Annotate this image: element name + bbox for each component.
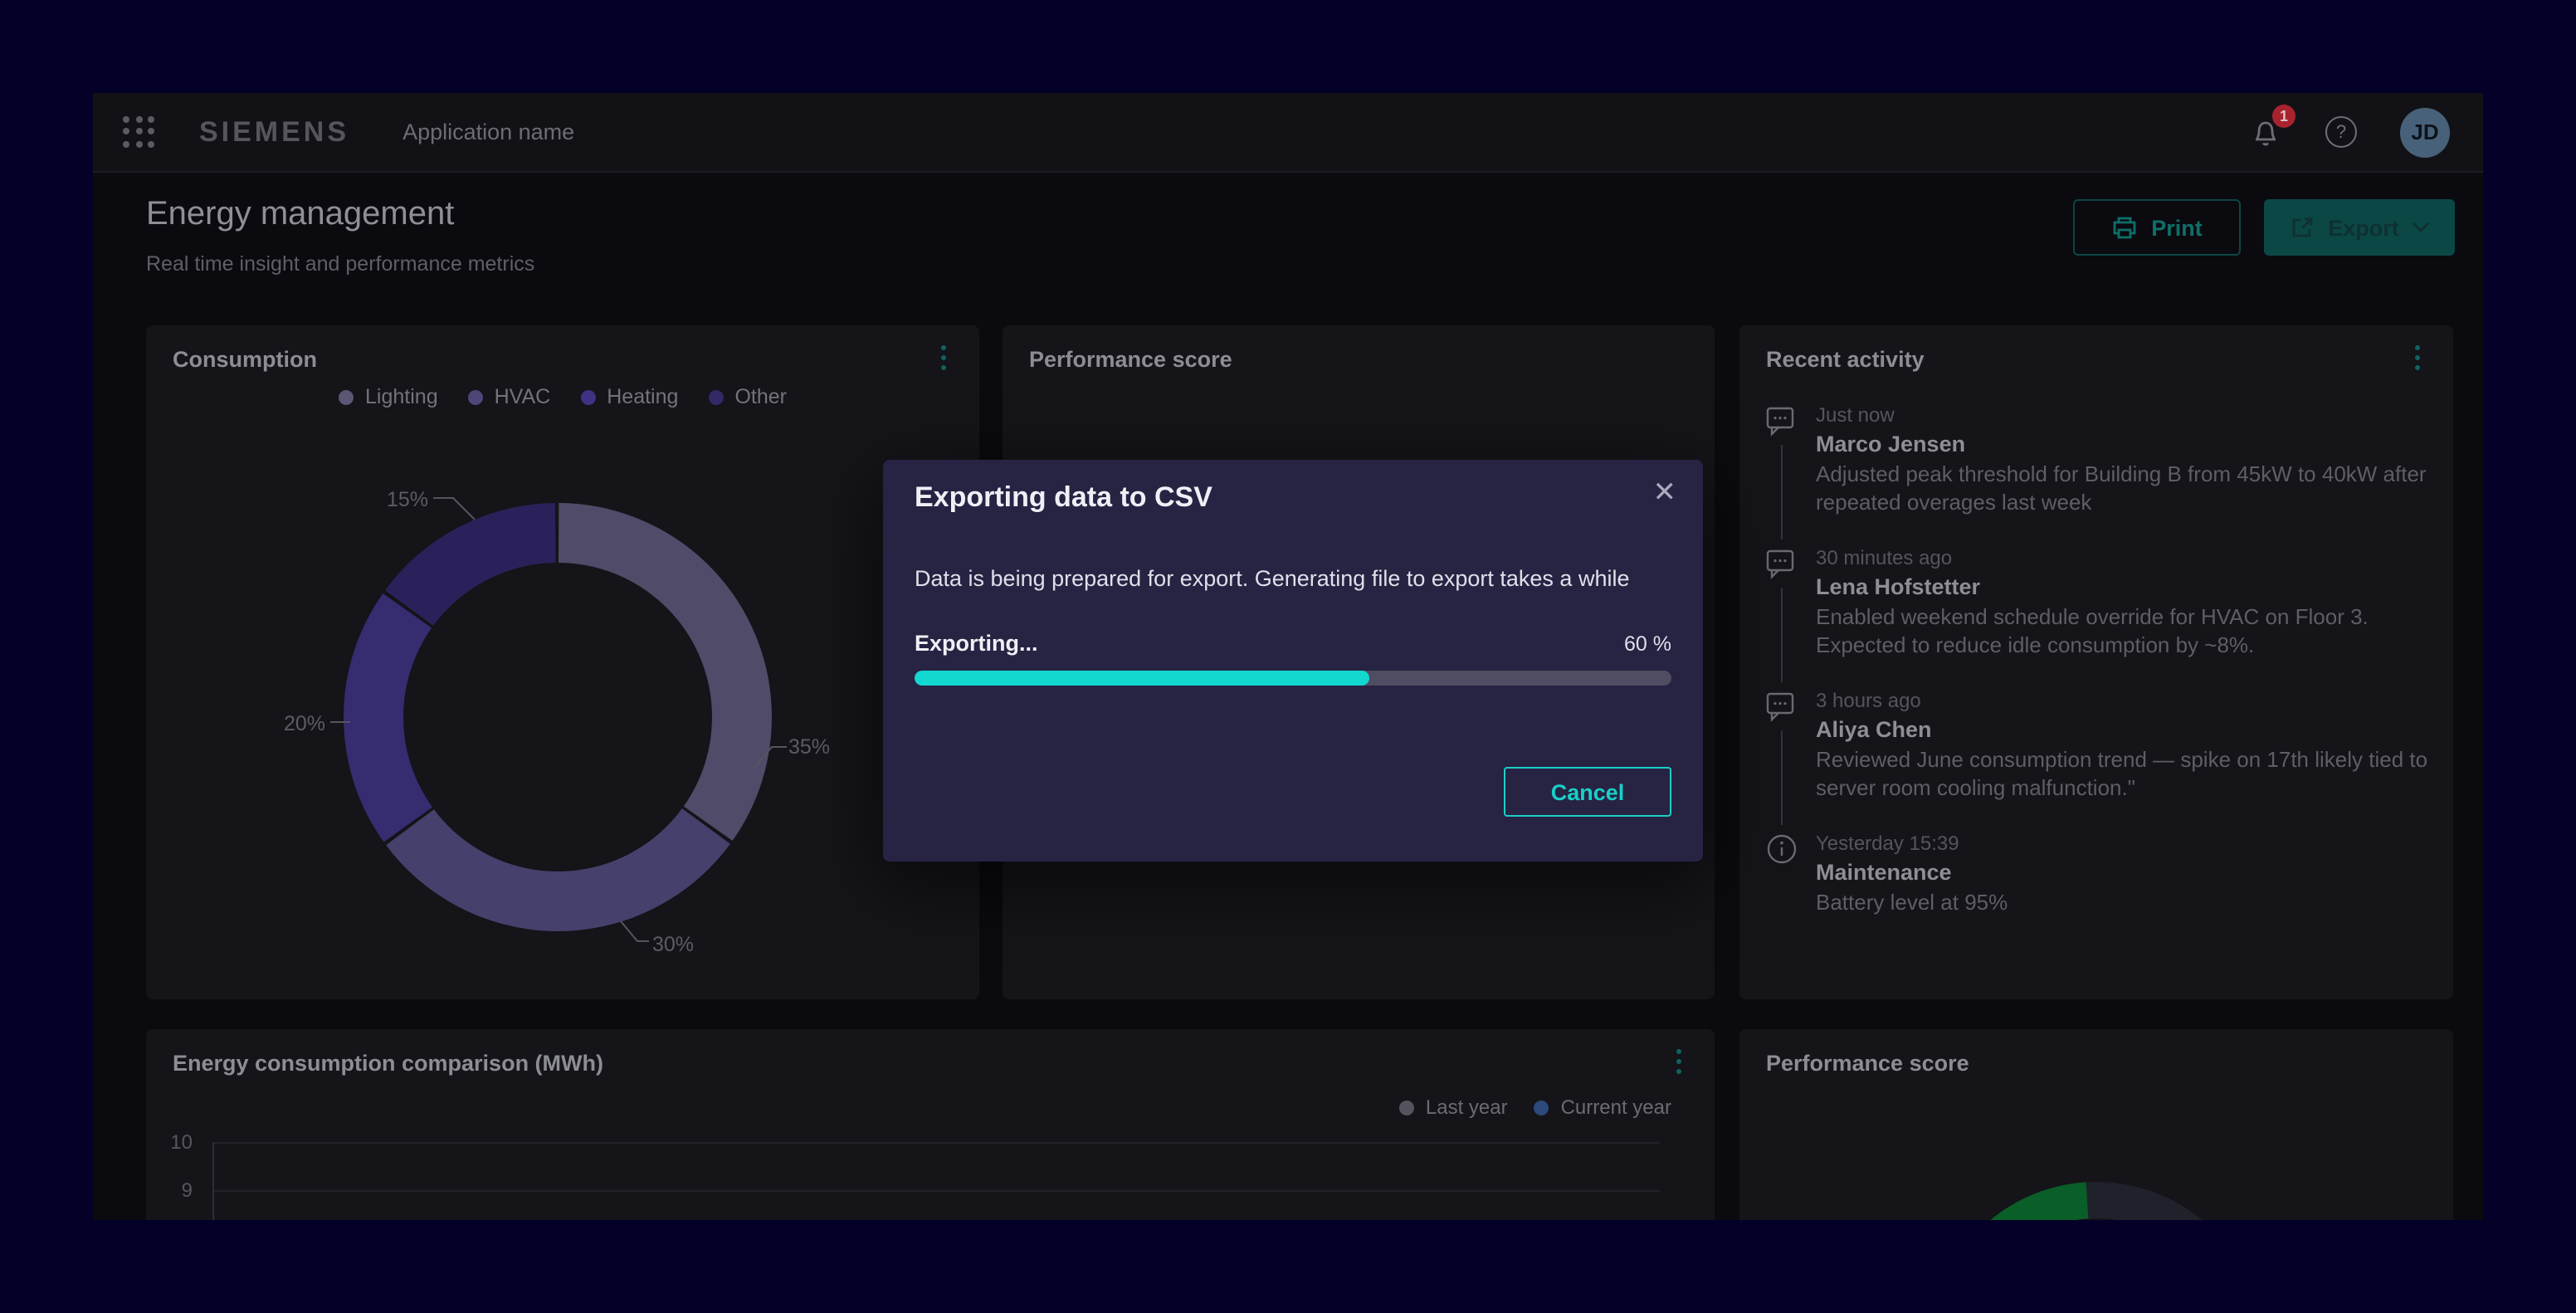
legend-item[interactable]: Lighting xyxy=(339,385,438,408)
activity-name: Aliya Chen xyxy=(1816,715,2430,745)
cancel-button[interactable]: Cancel xyxy=(1504,767,1671,817)
timeline-connector xyxy=(1781,445,1783,539)
header-actions: 1 ? JD xyxy=(2249,107,2450,157)
comparison-legend: Last year Current year xyxy=(1399,1096,1671,1119)
y-tick-10: 10 xyxy=(149,1130,193,1154)
donut-label-35: 35% xyxy=(788,735,830,759)
energy-comparison-card: Energy consumption comparison (MWh) Last… xyxy=(146,1029,1715,1220)
activity-name: Marco Jensen xyxy=(1816,430,2430,460)
activity-time: Just now xyxy=(1816,402,2430,430)
notifications-button[interactable]: 1 xyxy=(2249,115,2282,149)
progress-bar xyxy=(915,671,1671,686)
printer-icon xyxy=(2111,214,2138,241)
gauge-value: 48 xyxy=(1739,1212,2453,1220)
progress-label: Exporting... xyxy=(915,631,1038,656)
info-icon xyxy=(1766,833,1798,865)
performance-score-card-bottom: Performance score 48 xyxy=(1739,1029,2453,1220)
card-title: Performance score xyxy=(1029,347,1232,372)
legend-dot xyxy=(1399,1100,1414,1115)
card-title: Consumption xyxy=(173,347,317,372)
legend-dot xyxy=(1534,1100,1549,1115)
legend-dot xyxy=(339,389,354,404)
consumption-legend: Lighting HVAC Heating Other xyxy=(146,385,979,408)
gridline xyxy=(212,1190,1660,1192)
timeline-connector xyxy=(1781,588,1783,682)
legend-label: Current year xyxy=(1561,1096,1671,1119)
activity-item: Just nowMarco JensenAdjusted peak thresh… xyxy=(1766,402,2430,516)
legend-label: Last year xyxy=(1426,1096,1508,1119)
activity-item: 30 minutes agoLena HofstetterEnabled wee… xyxy=(1766,544,2430,659)
export-button[interactable]: Export xyxy=(2264,199,2455,256)
card-title: Recent activity xyxy=(1766,347,1925,372)
chat-bubble-icon xyxy=(1766,405,1798,437)
legend-label: Lighting xyxy=(365,385,438,408)
chevron-down-icon xyxy=(2413,221,2431,234)
legend-item[interactable]: Current year xyxy=(1534,1096,1671,1119)
modal-message: Data is being prepared for export. Gener… xyxy=(915,566,1671,591)
donut-label-30: 30% xyxy=(652,933,694,956)
activity-description: Reviewed June consumption trend — spike … xyxy=(1816,745,2430,802)
legend-label: HVAC xyxy=(495,385,551,408)
close-icon[interactable]: ✕ xyxy=(1653,478,1677,506)
application-name: Application name xyxy=(402,120,574,144)
legend-dot xyxy=(468,389,483,404)
card-title: Energy consumption comparison (MWh) xyxy=(173,1051,603,1076)
activity-time: 30 minutes ago xyxy=(1816,544,2430,573)
recent-activity-card: Recent activity Just nowMarco JensenAdju… xyxy=(1739,325,2453,999)
consumption-donut-chart xyxy=(334,493,782,941)
activity-time: Yesterday 15:39 xyxy=(1816,830,2430,858)
activity-time: 3 hours ago xyxy=(1816,687,2430,715)
modal-title: Exporting data to CSV xyxy=(915,481,1212,515)
legend-label: Other xyxy=(734,385,787,408)
activity-list: Just nowMarco JensenAdjusted peak thresh… xyxy=(1766,402,2430,944)
legend-dot xyxy=(708,389,723,404)
chat-bubble-icon xyxy=(1766,548,1798,579)
export-icon xyxy=(2288,214,2315,241)
activity-description: Adjusted peak threshold for Building B f… xyxy=(1816,460,2430,516)
screen: SIEMENS Application name 1 ? JD Energy m… xyxy=(0,0,2576,1313)
kebab-menu-icon[interactable] xyxy=(2403,345,2430,378)
activity-item: 3 hours agoAliya ChenReviewed June consu… xyxy=(1766,687,2430,802)
app-launcher-icon[interactable] xyxy=(123,115,156,149)
activity-description: Enabled weekend schedule override for HV… xyxy=(1816,603,2430,659)
activity-name: Maintenance xyxy=(1816,858,2430,888)
export-modal: Exporting data to CSV ✕ Data is being pr… xyxy=(883,460,1703,862)
chat-bubble-icon xyxy=(1766,691,1798,722)
progress-percentage: 60 % xyxy=(1624,632,1671,656)
help-button[interactable]: ? xyxy=(2325,116,2357,148)
legend-item[interactable]: HVAC xyxy=(468,385,551,408)
print-button[interactable]: Print xyxy=(2073,199,2241,256)
legend-item[interactable]: Heating xyxy=(580,385,678,408)
legend-label: Heating xyxy=(607,385,678,408)
legend-dot xyxy=(580,389,595,404)
top-navigation-bar: SIEMENS Application name 1 ? JD xyxy=(93,93,2483,173)
kebab-menu-icon[interactable] xyxy=(1665,1049,1691,1082)
activity-item: Yesterday 15:39MaintenanceBattery level … xyxy=(1766,830,2430,916)
activity-name: Lena Hofstetter xyxy=(1816,573,2430,603)
user-avatar[interactable]: JD xyxy=(2400,107,2450,157)
timeline-connector xyxy=(1781,730,1783,825)
siemens-logo: SIEMENS xyxy=(199,115,349,149)
y-tick-9: 9 xyxy=(149,1179,193,1202)
page-title: Energy management xyxy=(146,196,454,234)
card-title: Performance score xyxy=(1766,1051,1969,1076)
kebab-menu-icon[interactable] xyxy=(929,345,956,378)
donut-label-20: 20% xyxy=(252,712,325,735)
y-axis-line xyxy=(212,1142,214,1220)
legend-item[interactable]: Other xyxy=(708,385,787,408)
progress-bar-fill xyxy=(915,671,1368,686)
notification-badge: 1 xyxy=(2272,104,2295,127)
page-subtitle: Real time insight and performance metric… xyxy=(146,252,534,276)
question-icon: ? xyxy=(2336,122,2346,142)
activity-description: Battery level at 95% xyxy=(1816,888,2430,916)
gridline xyxy=(212,1142,1660,1144)
consumption-card: Consumption Lighting HVAC Heating Other 35%… xyxy=(146,325,979,999)
legend-item[interactable]: Last year xyxy=(1399,1096,1508,1119)
progress-header: Exporting... 60 % xyxy=(915,631,1671,656)
donut-label-15: 15% xyxy=(355,488,428,511)
